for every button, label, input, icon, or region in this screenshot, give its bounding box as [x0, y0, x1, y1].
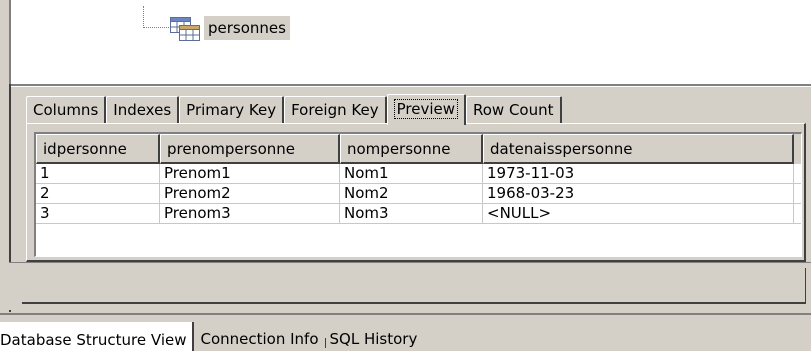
tree-node-personnes[interactable]: personnes: [204, 16, 290, 40]
table-icon: [170, 17, 200, 41]
table-cell[interactable]: 3: [36, 204, 160, 224]
splitter-highlight: [9, 86, 811, 87]
tab-label: Primary Key: [186, 101, 277, 119]
grid-header-row: idpersonne prenompersonne nompersonne da…: [36, 134, 801, 164]
column-header-idpersonne[interactable]: idpersonne: [36, 134, 160, 164]
tab-indexes[interactable]: Indexes: [106, 96, 180, 124]
tab-label: Row Count: [472, 101, 554, 119]
tab-label: Indexes: [113, 101, 172, 119]
tab-foreign-key[interactable]: Foreign Key: [284, 96, 387, 124]
details-tabstrip: Columns Indexes Primary Key Foreign Key …: [26, 92, 562, 125]
tab-sql-history[interactable]: SQL History: [326, 322, 424, 351]
tab-row-count[interactable]: Row Count: [465, 96, 562, 124]
tab-label: Preview: [393, 99, 458, 119]
tab-columns[interactable]: Columns: [26, 96, 107, 124]
table-cell[interactable]: Prenom1: [160, 164, 340, 184]
column-header-nompersonne[interactable]: nompersonne: [340, 134, 483, 164]
table-cell[interactable]: Nom1: [340, 164, 483, 184]
tab-primary-key[interactable]: Primary Key: [179, 96, 285, 124]
tab-database-structure-view[interactable]: Database Structure View: [0, 322, 195, 351]
tab-label: Columns: [33, 101, 99, 119]
tab-label: Foreign Key: [291, 101, 379, 119]
table-cell[interactable]: 2: [36, 184, 160, 204]
column-header-datenaisspersonne[interactable]: datenaisspersonne: [483, 134, 794, 164]
table-cell[interactable]: 1973-11-03: [483, 164, 794, 184]
object-tree-panel[interactable]: [9, 0, 811, 84]
table-row[interactable]: 3 Prenom3 Nom3 <NULL>: [36, 204, 801, 224]
table-cell[interactable]: Nom3: [340, 204, 483, 224]
table-cell[interactable]: <NULL>: [483, 204, 794, 224]
table-row[interactable]: 2 Prenom2 Nom2 1968-03-23: [36, 184, 801, 204]
table-cell[interactable]: Nom2: [340, 184, 483, 204]
preview-grid[interactable]: idpersonne prenompersonne nompersonne da…: [34, 132, 802, 257]
table-row[interactable]: 1 Prenom1 Nom1 1973-11-03: [36, 164, 801, 184]
tab-connection-info[interactable]: Connection Info: [194, 322, 324, 351]
bottom-view-tabs: Database Structure View Connection Info …: [0, 322, 423, 351]
tab-preview[interactable]: Preview: [386, 94, 466, 125]
table-cell[interactable]: 1968-03-23: [483, 184, 794, 204]
table-cell[interactable]: 1: [36, 164, 160, 184]
column-header-prenompersonne[interactable]: prenompersonne: [160, 134, 340, 164]
table-cell[interactable]: Prenom2: [160, 184, 340, 204]
status-area-frame: [22, 268, 806, 304]
tree-connector-line: [143, 6, 169, 28]
table-cell[interactable]: Prenom3: [160, 204, 340, 224]
